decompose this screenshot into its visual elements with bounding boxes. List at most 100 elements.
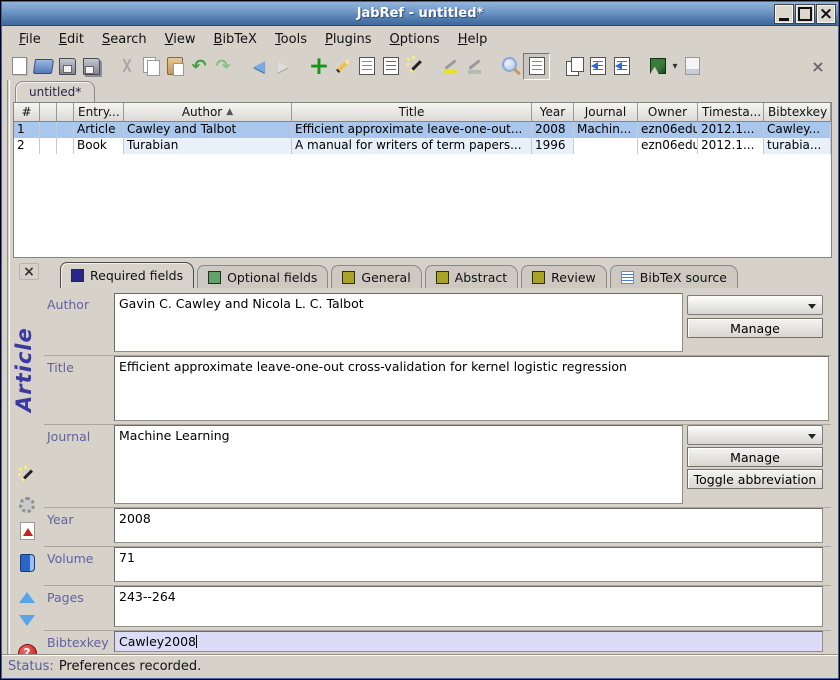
cell-journal[interactable] bbox=[574, 138, 638, 154]
entry-wizard-icon[interactable] bbox=[403, 54, 427, 78]
menu-help[interactable]: Help bbox=[449, 28, 497, 51]
cell-entrytype[interactable]: Book bbox=[74, 138, 124, 154]
tab-review[interactable]: Review bbox=[521, 265, 607, 288]
cell-icon-1[interactable] bbox=[40, 122, 57, 138]
menu-search[interactable]: Search bbox=[93, 28, 156, 51]
close-button[interactable] bbox=[817, 5, 835, 23]
new-entry-icon[interactable] bbox=[307, 54, 331, 78]
database-tab[interactable]: untitled* bbox=[15, 81, 95, 102]
cut-icon[interactable] bbox=[115, 54, 139, 78]
edit-strings-icon[interactable] bbox=[379, 54, 403, 78]
header-bibtexkey[interactable]: Bibtexkey bbox=[764, 103, 831, 122]
menu-view[interactable]: View bbox=[156, 28, 205, 51]
entry-source-icon[interactable] bbox=[16, 552, 38, 574]
manage-button[interactable]: Manage bbox=[687, 318, 823, 338]
title-bar[interactable]: JabRef - untitled* bbox=[2, 2, 838, 26]
cell-title[interactable]: A manual for writers of term papers... bbox=[292, 138, 532, 154]
table-row-2[interactable]: 2 Book Turabian A manual for writers of … bbox=[14, 138, 831, 154]
header-number[interactable]: # bbox=[14, 103, 40, 122]
cell-icon-2[interactable] bbox=[57, 122, 74, 138]
cell-timestamp[interactable]: 2012.1... bbox=[698, 122, 764, 138]
header-icon-1[interactable] bbox=[40, 103, 57, 122]
push-to-lyx-icon[interactable] bbox=[646, 54, 670, 78]
volume-field[interactable]: 71 bbox=[114, 547, 823, 582]
cell-number[interactable]: 1 bbox=[14, 122, 40, 138]
tab-optional-fields[interactable]: Optional fields bbox=[197, 265, 328, 288]
cell-owner[interactable]: ezn06edu bbox=[638, 138, 698, 154]
tab-required-fields[interactable]: Required fields bbox=[60, 262, 194, 288]
menu-edit[interactable]: Edit bbox=[50, 28, 93, 51]
autoset-icon[interactable] bbox=[16, 494, 38, 516]
cell-journal[interactable]: Machin... bbox=[574, 122, 638, 138]
author-field[interactable]: Gavin C. Cawley and Nicola L. C. Talbot bbox=[114, 293, 683, 352]
year-field[interactable]: 2008 bbox=[114, 508, 823, 543]
back-icon[interactable] bbox=[247, 54, 271, 78]
edit-preamble-icon[interactable] bbox=[355, 54, 379, 78]
menu-plugins[interactable]: Plugins bbox=[316, 28, 381, 51]
cell-title[interactable]: Efficient approximate leave-one-out... bbox=[292, 122, 532, 138]
new-database-icon[interactable] bbox=[7, 54, 31, 78]
cell-bibtexkey[interactable]: Cawley... bbox=[764, 122, 831, 138]
cell-number[interactable]: 2 bbox=[14, 138, 40, 154]
header-icon-2[interactable] bbox=[57, 103, 74, 122]
next-entry-icon[interactable] bbox=[16, 609, 38, 631]
cell-entrytype[interactable]: Article bbox=[74, 122, 124, 138]
header-author[interactable]: Author▲ bbox=[124, 103, 292, 122]
header-entrytype[interactable]: Entry... bbox=[74, 103, 124, 122]
header-title[interactable]: Title bbox=[292, 103, 532, 122]
redo-icon[interactable] bbox=[211, 54, 235, 78]
push-dropdown-icon[interactable] bbox=[670, 54, 680, 78]
save-all-icon[interactable] bbox=[79, 54, 103, 78]
sidepane-splitter[interactable] bbox=[7, 80, 10, 654]
paste-icon[interactable] bbox=[163, 54, 187, 78]
author-word-combobox[interactable] bbox=[687, 295, 823, 315]
cell-owner[interactable]: ezn06edu bbox=[638, 122, 698, 138]
toggle-preview-icon[interactable] bbox=[523, 53, 550, 80]
push-to-application-icon[interactable] bbox=[586, 54, 610, 78]
menu-bibtex[interactable]: BibTeX bbox=[205, 28, 266, 51]
maximize-button[interactable] bbox=[796, 5, 814, 23]
mark-entries-icon[interactable] bbox=[439, 54, 463, 78]
cell-author[interactable]: Cawley and Talbot bbox=[124, 122, 292, 138]
close-database-icon[interactable] bbox=[806, 54, 830, 78]
menu-options[interactable]: Options bbox=[381, 28, 449, 51]
menu-tools[interactable]: Tools bbox=[266, 28, 316, 51]
edit-entry-icon[interactable] bbox=[331, 54, 355, 78]
manage-button[interactable]: Manage bbox=[687, 447, 823, 467]
cell-author[interactable]: Turabian bbox=[124, 138, 292, 154]
search-icon[interactable] bbox=[499, 54, 523, 78]
copy-icon[interactable] bbox=[139, 54, 163, 78]
header-timestamp[interactable]: Timesta... bbox=[698, 103, 764, 122]
open-database-icon[interactable] bbox=[31, 54, 55, 78]
header-journal[interactable]: Journal bbox=[574, 103, 638, 122]
minimize-button[interactable] bbox=[775, 5, 793, 23]
table-row-1[interactable]: 1 Article Cawley and Talbot Efficient ap… bbox=[14, 122, 831, 138]
cell-icon-1[interactable] bbox=[40, 138, 57, 154]
title-field[interactable]: Efficient approximate leave-one-out cros… bbox=[114, 356, 829, 421]
tab-bibtex-source[interactable]: BibTeX source bbox=[610, 265, 738, 288]
journal-word-combobox[interactable] bbox=[687, 425, 823, 445]
header-owner[interactable]: Owner bbox=[638, 103, 698, 122]
cell-bibtexkey[interactable]: turabia... bbox=[764, 138, 831, 154]
toggle-abbreviation-button[interactable]: Toggle abbreviation bbox=[687, 469, 823, 489]
cell-year[interactable]: 2008 bbox=[532, 122, 574, 138]
tab-abstract[interactable]: Abstract bbox=[425, 265, 518, 288]
header-year[interactable]: Year bbox=[532, 103, 574, 122]
write-xmp-icon[interactable] bbox=[16, 520, 38, 542]
open-in-writer-icon[interactable] bbox=[680, 54, 704, 78]
cell-icon-2[interactable] bbox=[57, 138, 74, 154]
pages-field[interactable]: 243--264 bbox=[114, 586, 823, 627]
push-to-application-2-icon[interactable] bbox=[610, 54, 634, 78]
journal-field[interactable]: Machine Learning bbox=[114, 425, 683, 504]
menu-file[interactable]: File bbox=[10, 28, 50, 51]
tab-general[interactable]: General bbox=[331, 265, 421, 288]
new-window-icon[interactable] bbox=[562, 54, 586, 78]
save-database-icon[interactable] bbox=[55, 54, 79, 78]
cell-year[interactable]: 1996 bbox=[532, 138, 574, 154]
cell-timestamp[interactable]: 2012.1... bbox=[698, 138, 764, 154]
bibtexkey-field[interactable]: Cawley2008 bbox=[114, 631, 823, 652]
unmark-entries-icon[interactable] bbox=[463, 54, 487, 78]
undo-icon[interactable] bbox=[187, 54, 211, 78]
forward-icon[interactable] bbox=[271, 54, 295, 78]
previous-entry-icon[interactable] bbox=[16, 586, 38, 608]
